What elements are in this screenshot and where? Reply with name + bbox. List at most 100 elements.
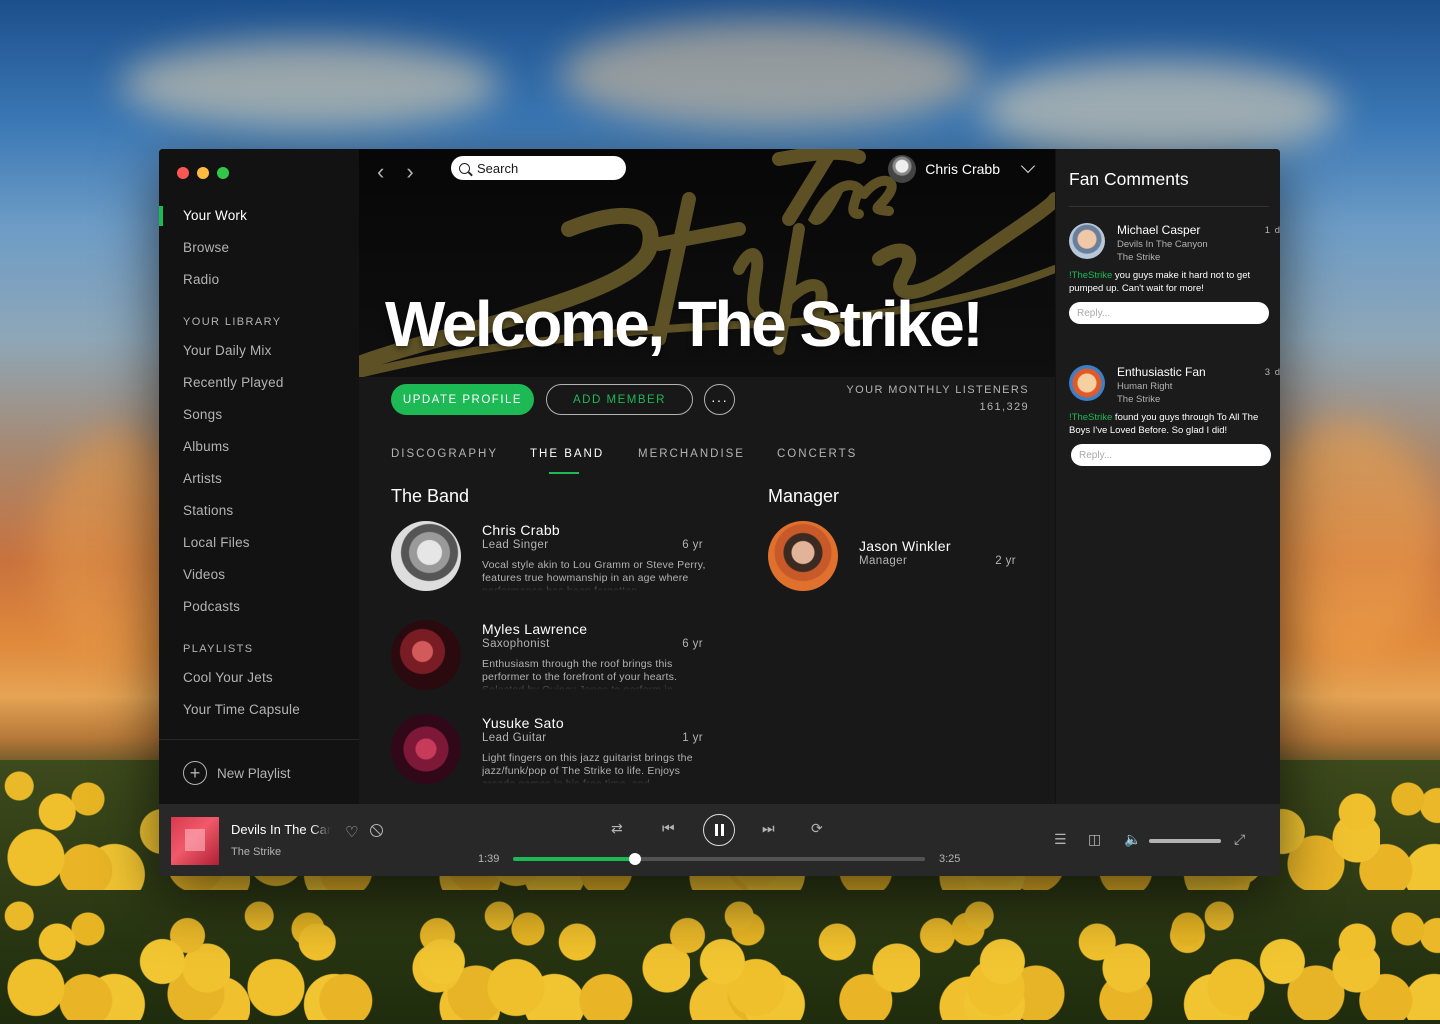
sidebar-item-stations[interactable]: Stations — [183, 503, 233, 518]
queue-icon[interactable]: ☰ — [1054, 831, 1067, 848]
sidebar-item-radio[interactable]: Radio — [183, 272, 219, 287]
member-name: Yusuke Sato — [482, 715, 564, 731]
volume-fill — [1149, 839, 1221, 843]
comments-divider — [1069, 206, 1269, 207]
manager-section-title: Manager — [768, 486, 840, 506]
member-tenure: 1 yr — [682, 732, 703, 744]
member-tenure: 6 yr — [682, 539, 703, 551]
sidebar-item-your-work[interactable]: Your Work — [183, 208, 247, 223]
history-nav: ‹ › — [377, 159, 414, 185]
artist-header: ‹ › Search Chris Crabb Welcome, The Stri… — [359, 149, 1055, 377]
next-track-icon[interactable]: ⏭ — [762, 820, 775, 837]
sidebar: Your Work Browse Radio YOUR LIBRARY Your… — [159, 149, 359, 804]
chevron-down-icon[interactable] — [1020, 158, 1036, 174]
avatar — [391, 714, 461, 784]
sidebar-item-artists[interactable]: Artists — [183, 471, 222, 486]
sidebar-item-albums[interactable]: Albums — [183, 439, 229, 454]
progress-fill — [513, 857, 636, 861]
tab-concerts[interactable]: CONCERTS — [777, 448, 857, 460]
fan-comments-title: Fan Comments — [1069, 169, 1189, 189]
commenter-name: Michael Casper — [1117, 223, 1201, 237]
member-name: Chris Crabb — [482, 522, 560, 538]
band-member-card[interactable]: Chris Crabb Lead Singer 6 yr Vocal style… — [391, 521, 721, 601]
member-role: Lead Guitar — [482, 732, 547, 744]
playback-progress-bar[interactable] — [513, 853, 925, 865]
avatar — [768, 521, 838, 591]
main-content: ‹ › Search Chris Crabb Welcome, The Stri… — [359, 149, 1055, 804]
search-placeholder: Search — [477, 160, 519, 176]
commenter-track: Devils In The Canyon — [1117, 239, 1208, 250]
tab-discography[interactable]: DISCOGRAPHY — [391, 448, 498, 460]
volume-slider[interactable] — [1149, 839, 1221, 843]
track-duration: 3:25 — [939, 853, 961, 865]
close-window-button[interactable] — [177, 167, 189, 179]
track-artist[interactable]: The Strike — [231, 846, 281, 858]
sidebar-item-podcasts[interactable]: Podcasts — [183, 599, 240, 614]
sidebar-item-daily-mix[interactable]: Your Daily Mix — [183, 343, 272, 358]
add-member-button[interactable]: ADD MEMBER — [546, 384, 693, 415]
fan-comments-panel: Fan Comments Michael Casper 1 d Devils I… — [1055, 149, 1280, 804]
devices-icon[interactable]: ◫ — [1088, 831, 1101, 848]
comment-hashtag[interactable]: !TheStrike — [1069, 270, 1112, 281]
member-role: Saxophonist — [482, 638, 550, 650]
sidebar-item-videos[interactable]: Videos — [183, 567, 225, 582]
sidebar-item-local-files[interactable]: Local Files — [183, 535, 250, 550]
search-icon — [459, 162, 470, 174]
reply-input[interactable]: Reply... — [1071, 444, 1271, 466]
back-arrow-icon[interactable]: ‹ — [377, 159, 384, 185]
avatar — [391, 521, 461, 591]
comment-hashtag[interactable]: !TheStrike — [1069, 412, 1112, 423]
member-role: Lead Singer — [482, 539, 549, 551]
minimize-window-button[interactable] — [197, 167, 209, 179]
monthly-listeners: YOUR MONTHLY LISTENERS 161,329 — [846, 382, 1029, 416]
listeners-label: YOUR MONTHLY LISTENERS — [846, 384, 1029, 396]
sidebar-item-recently-played[interactable]: Recently Played — [183, 375, 284, 390]
member-bio: Light fingers on this jazz guitarist bri… — [482, 752, 693, 784]
comment-text: !TheStrike you guys make it hard not to … — [1069, 269, 1274, 295]
manager-role: Manager — [859, 555, 908, 567]
volume-icon[interactable]: 🔈 — [1124, 831, 1141, 848]
sidebar-item-songs[interactable]: Songs — [183, 407, 222, 422]
window-controls — [177, 167, 229, 179]
comment-time: 3 d — [1264, 367, 1280, 378]
track-title[interactable]: Devils In The Canyon — [231, 822, 331, 837]
repeat-icon[interactable]: ⟳ — [811, 820, 823, 837]
playlist-item-time-capsule[interactable]: Your Time Capsule — [183, 702, 300, 717]
user-menu[interactable]: Chris Crabb — [888, 155, 1036, 183]
page-title: Welcome, The Strike! — [385, 288, 984, 360]
update-profile-button[interactable]: UPDATE PROFILE — [391, 384, 534, 415]
avatar — [1069, 365, 1105, 401]
elapsed-time: 1:39 — [478, 853, 500, 865]
more-options-button[interactable]: ··· — [704, 384, 735, 415]
member-bio: Enthusiasm through the roof brings this … — [482, 658, 678, 690]
tab-the-band[interactable]: THE BAND — [530, 448, 604, 460]
manager-card[interactable]: Jason Winkler Manager 2 yr — [768, 521, 1026, 601]
album-art[interactable] — [171, 817, 219, 865]
pause-button[interactable] — [703, 814, 735, 846]
plus-icon: + — [183, 761, 207, 785]
band-member-card[interactable]: Yusuke Sato Lead Guitar 1 yr Light finge… — [391, 714, 721, 794]
forward-arrow-icon[interactable]: › — [406, 159, 413, 185]
block-icon[interactable] — [370, 824, 383, 837]
comment-text: !TheStrike found you guys through To All… — [1069, 411, 1274, 437]
tab-merchandise[interactable]: MERCHANDISE — [638, 448, 745, 460]
sidebar-item-browse[interactable]: Browse — [183, 240, 229, 255]
progress-handle[interactable] — [629, 853, 642, 865]
listeners-count: 161,329 — [979, 401, 1029, 413]
previous-track-icon[interactable]: ⏮ — [662, 820, 675, 837]
maximize-window-button[interactable] — [217, 167, 229, 179]
manager-name: Jason Winkler — [859, 538, 951, 554]
search-input[interactable]: Search — [451, 156, 626, 180]
manager-tenure: 2 yr — [995, 555, 1016, 567]
heart-icon[interactable]: ♡ — [345, 823, 358, 841]
active-tab-indicator — [549, 472, 579, 474]
member-bio: Vocal style akin to Lou Gramm or Steve P… — [482, 559, 706, 591]
playlist-item-cool-your-jets[interactable]: Cool Your Jets — [183, 670, 273, 685]
reply-input[interactable]: Reply... — [1069, 302, 1269, 324]
user-name: Chris Crabb — [925, 161, 1000, 177]
comment-time: 1 d — [1264, 225, 1280, 236]
fullscreen-icon[interactable]: ⤢ — [1234, 831, 1245, 848]
band-member-card[interactable]: Myles Lawrence Saxophonist 6 yr Enthusia… — [391, 620, 721, 700]
shuffle-icon[interactable]: ⇄ — [611, 820, 623, 837]
new-playlist-button[interactable]: + New Playlist — [183, 761, 291, 785]
